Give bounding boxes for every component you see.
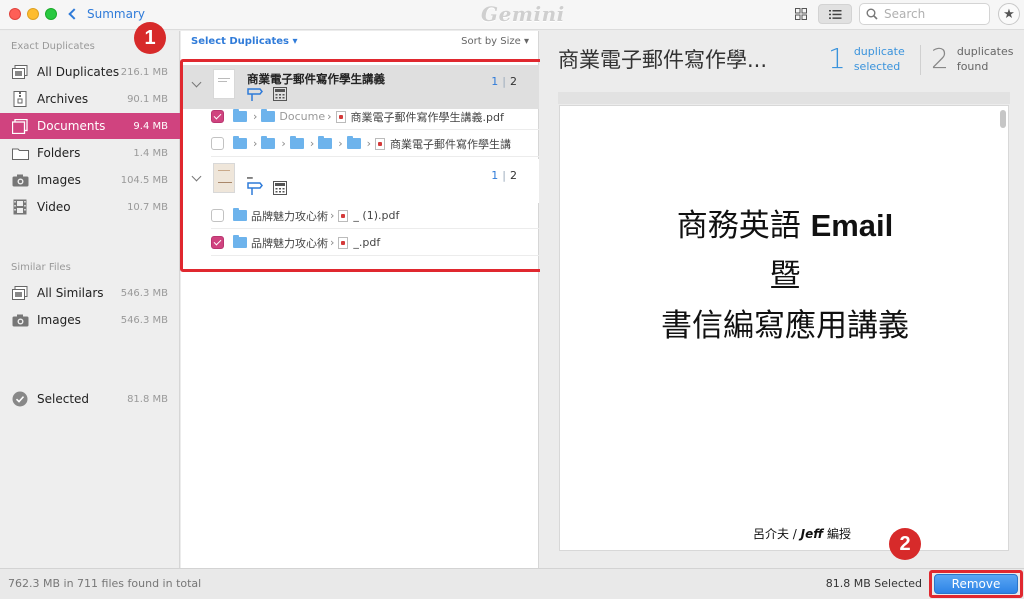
list-view-button[interactable] — [818, 4, 852, 24]
select-duplicates-menu[interactable]: Select Duplicates ▾ — [191, 36, 298, 47]
preview-header-strip — [558, 92, 1010, 104]
sidebar-item-label: Folders — [37, 146, 81, 160]
preview-panel: 商業電子郵件寫作學... 1 duplicate selected 2 dupl… — [540, 31, 1024, 568]
divider — [920, 45, 921, 75]
favorite-button[interactable]: ★ — [998, 3, 1020, 25]
app-logo: Gemini — [481, 2, 565, 26]
all-similars-icon — [11, 285, 29, 301]
preview-scrollbar[interactable] — [1000, 110, 1006, 128]
section-header-similar-files: Similar Files — [11, 262, 71, 273]
zoom-window-button[interactable] — [45, 8, 57, 20]
sidebar-item-size: 10.7 MB — [127, 201, 168, 213]
check-circle-icon — [11, 391, 29, 407]
sort-by-menu[interactable]: Sort by Size ▾ — [461, 36, 529, 47]
sidebar-item-label: Images — [37, 173, 81, 187]
document-heading-line-3: 書信編寫應用講義 — [661, 308, 909, 344]
stat-number: 2 — [931, 42, 949, 75]
sidebar-item-label: Archives — [37, 92, 89, 106]
preview-title: 商業電子郵件寫作學... — [558, 48, 768, 72]
sidebar-item-documents[interactable]: Documents 9.4 MB — [0, 113, 180, 139]
list-header: Select Duplicates ▾ Sort by Size ▾ — [181, 31, 539, 51]
sidebar-item-label: Documents — [37, 119, 106, 133]
grid-view-button[interactable] — [786, 4, 816, 24]
duplicates-found-stat: 2 duplicates found — [931, 42, 1013, 75]
sidebar-item-label: All Similars — [37, 286, 104, 300]
annotation-highlight-remove — [929, 570, 1023, 598]
stat-label: selected — [853, 59, 901, 73]
grid-icon — [795, 8, 807, 20]
annotation-badge-1: 1 — [134, 22, 166, 54]
close-window-button[interactable] — [9, 8, 21, 20]
document-icon — [11, 118, 29, 134]
sidebar-item-label: Images — [37, 313, 81, 327]
film-icon — [11, 199, 29, 215]
sidebar-item-size: 1.4 MB — [133, 147, 168, 159]
minimize-window-button[interactable] — [27, 8, 39, 20]
section-header-exact-duplicates: Exact Duplicates — [11, 41, 95, 52]
sidebar-item-size: 9.4 MB — [133, 120, 168, 132]
list-icon — [828, 9, 841, 19]
selected-size-text: 81.8 MB Selected — [825, 577, 922, 590]
sidebar-item-label: Selected — [37, 392, 90, 406]
sidebar-item-size: 81.8 MB — [127, 393, 168, 405]
sidebar-item-size: 546.3 MB — [120, 314, 168, 326]
search-field[interactable] — [859, 3, 990, 25]
annotation-highlight-list — [180, 59, 546, 272]
sidebar: Exact Duplicates All Duplicates 216.1 MB… — [0, 31, 180, 568]
sidebar-item-label: Video — [37, 200, 71, 214]
sidebar-item-selected[interactable]: Selected 81.8 MB — [0, 386, 180, 412]
sidebar-item-archives[interactable]: Archives 90.1 MB — [0, 86, 180, 112]
chevron-left-icon — [68, 8, 80, 20]
sidebar-item-size: 546.3 MB — [120, 287, 168, 299]
sidebar-item-all-duplicates[interactable]: All Duplicates 216.1 MB — [0, 59, 180, 85]
document-heading-line-1: 商務英語 Email — [676, 208, 894, 244]
camera-icon — [11, 312, 29, 328]
total-found-text: 762.3 MB in 711 files found in total — [8, 577, 202, 590]
duplicates-selected-stat: 1 duplicate selected — [828, 42, 905, 75]
stat-label: duplicate — [853, 44, 905, 58]
sidebar-item-all-similars[interactable]: All Similars 546.3 MB — [0, 280, 180, 306]
stat-label: found — [956, 59, 989, 73]
annotation-badge-2: 2 — [889, 528, 921, 560]
sidebar-item-folders[interactable]: Folders 1.4 MB — [0, 140, 180, 166]
stat-number: 1 — [828, 42, 846, 75]
folder-icon — [11, 145, 29, 161]
star-icon: ★ — [1003, 6, 1015, 22]
sidebar-item-images[interactable]: Images 104.5 MB — [0, 167, 180, 193]
archive-icon — [11, 91, 29, 107]
all-duplicates-icon — [11, 64, 29, 80]
search-icon — [866, 8, 878, 20]
sidebar-item-label: All Duplicates — [37, 65, 120, 79]
back-label: Summary — [87, 7, 145, 21]
sidebar-item-video[interactable]: Video 10.7 MB — [0, 194, 180, 220]
search-input[interactable] — [884, 7, 984, 21]
sidebar-item-size: 90.1 MB — [127, 93, 168, 105]
document-heading-line-2: 暨 — [769, 258, 801, 294]
sidebar-item-size: 104.5 MB — [120, 174, 168, 186]
back-to-summary-button[interactable]: Summary — [66, 5, 145, 23]
status-bar: 762.3 MB in 711 files found in total 81.… — [0, 568, 1024, 599]
stat-label: duplicates — [956, 44, 1014, 58]
sidebar-item-size: 216.1 MB — [120, 66, 168, 78]
camera-icon — [11, 172, 29, 188]
sidebar-item-similar-images[interactable]: Images 546.3 MB — [0, 307, 180, 333]
document-preview-page: 商務英語 Email 暨 書信編寫應用講義 呂介夫 / Jeff 編授 — [559, 105, 1009, 551]
document-author: 呂介夫 / Jeff 編授 — [752, 527, 852, 541]
